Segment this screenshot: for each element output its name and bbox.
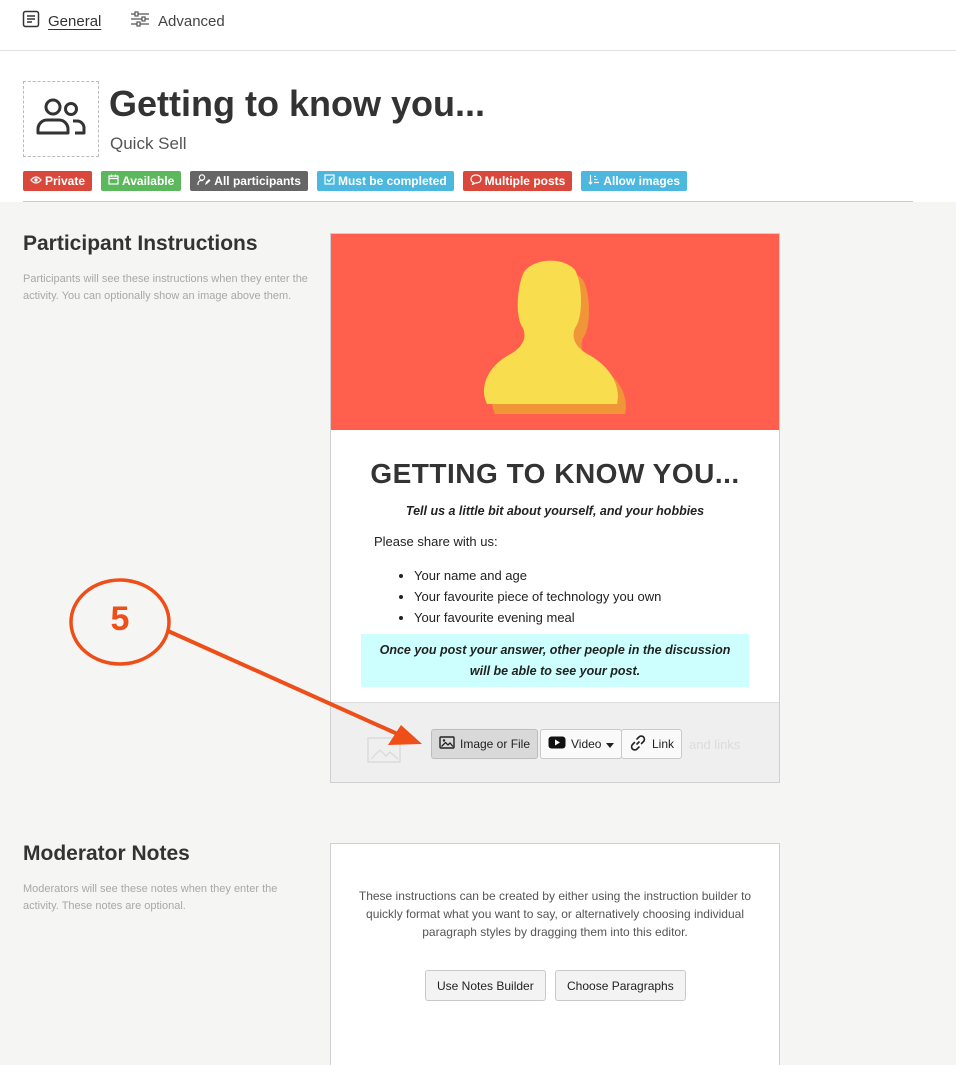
hero-image[interactable]	[331, 234, 779, 430]
moderator-notes-title: Moderator Notes	[23, 842, 190, 865]
tab-advanced-label: Advanced	[158, 12, 225, 30]
users-icon	[34, 97, 88, 142]
moderator-notes-description: Moderators will see these notes when the…	[23, 883, 278, 912]
caret-down-icon	[606, 737, 615, 751]
document-icon	[22, 10, 40, 32]
instructions-tagline: Tell us a little bit about yourself, and…	[405, 504, 705, 518]
link-button[interactable]: Link	[621, 729, 683, 759]
sliders-icon	[130, 10, 150, 32]
image-icon	[439, 736, 455, 752]
image-or-file-button[interactable]: Image or File	[431, 729, 539, 759]
instructions-editor[interactable]: GETTING TO KNOW YOU... Tell us a little …	[330, 233, 780, 783]
badge-row: Private Available All participants Must …	[23, 171, 688, 191]
list-item: Your favourite piece of technology you o…	[414, 586, 661, 607]
badge-available-label: Available	[122, 174, 175, 188]
top-tab-bar: General Advanced	[0, 0, 956, 51]
tab-advanced[interactable]: Advanced	[130, 11, 225, 31]
moderator-notes-editor[interactable]: These instructions can be created by eit…	[330, 843, 780, 1065]
user-edit-icon	[197, 173, 211, 189]
eye-icon	[30, 174, 42, 188]
instructions-notice: Once you post your answer, other people …	[361, 634, 749, 687]
video-dropdown-button[interactable]: Video	[540, 729, 623, 759]
list-item: Your favourite evening meal	[414, 607, 661, 628]
youtube-icon	[548, 736, 566, 752]
video-label: Video	[571, 737, 602, 751]
use-notes-builder-button[interactable]: Use Notes Builder	[425, 970, 546, 1001]
badge-available[interactable]: Available	[101, 171, 182, 191]
page-title: Getting to know you...	[109, 83, 485, 124]
badge-multiple-posts-label: Multiple posts	[484, 174, 566, 188]
header-divider	[23, 201, 913, 202]
checkbox-icon	[324, 174, 335, 188]
list-item: Your name and age	[414, 565, 661, 586]
badge-must-be-completed[interactable]: Must be completed	[316, 171, 454, 191]
person-silhouette-icon	[483, 260, 626, 414]
participant-instructions-title: Participant Instructions	[23, 232, 258, 255]
tab-general-label: General	[48, 12, 102, 30]
toolbar-ghost-text: and links	[689, 737, 741, 752]
instructions-list: Your name and age Your favourite piece o…	[414, 565, 661, 628]
calendar-icon	[108, 174, 119, 188]
image-placeholder-icon	[367, 737, 401, 768]
page-subtitle: Quick Sell	[110, 134, 187, 153]
activity-header: Getting to know you... Quick Sell Privat…	[0, 51, 956, 202]
badge-allow-images-label: Allow images	[603, 174, 681, 188]
tab-general[interactable]: General	[22, 10, 102, 32]
sort-icon	[588, 174, 600, 188]
image-or-file-label: Image or File	[460, 737, 531, 751]
badge-all-participants-label: All participants	[214, 174, 301, 188]
instructions-heading: GETTING TO KNOW YOU...	[370, 458, 740, 489]
media-toolbar: and links Image or File Video Link	[331, 702, 779, 782]
badge-private[interactable]: Private	[23, 171, 93, 191]
step-number: 5	[110, 600, 130, 638]
badge-private-label: Private	[45, 174, 86, 188]
badge-multiple-posts[interactable]: Multiple posts	[462, 171, 573, 191]
link-icon	[629, 734, 647, 755]
notes-help-text: These instructions can be created by eit…	[358, 889, 752, 939]
badge-must-be-completed-label: Must be completed	[337, 174, 447, 188]
activity-image-placeholder[interactable]	[23, 81, 99, 157]
choose-paragraphs-button[interactable]: Choose Paragraphs	[555, 970, 686, 1001]
speech-bubble-icon	[470, 174, 482, 188]
participant-instructions-description: Participants will see these instructions…	[23, 273, 308, 302]
instructions-intro: Please share with us:	[374, 534, 498, 549]
badge-all-participants[interactable]: All participants	[190, 171, 308, 191]
badge-allow-images[interactable]: Allow images	[581, 171, 688, 191]
link-label: Link	[652, 737, 675, 751]
